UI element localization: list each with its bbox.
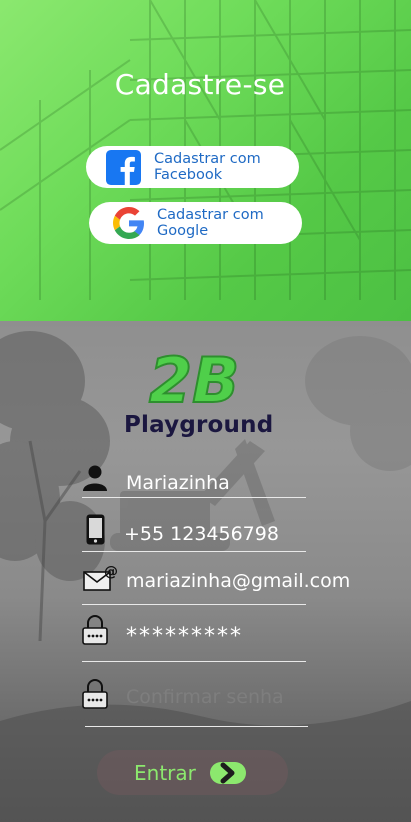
google-signup-button[interactable]: Cadastrar com Google: [89, 202, 302, 244]
phone-underline: [82, 551, 306, 552]
enter-button-label: Entrar: [134, 760, 196, 785]
email-icon: @: [83, 564, 118, 591]
brand-name: Playground: [124, 412, 274, 438]
password-input[interactable]: *********: [126, 624, 243, 649]
phone-input[interactable]: +55 123456798: [124, 523, 279, 545]
page-title: Cadastre-se: [114, 68, 286, 101]
google-icon: [113, 207, 144, 239]
google-signup-label: Cadastrar com Google: [157, 207, 264, 239]
phone-icon: [86, 514, 105, 545]
arrow-right-glyph: [220, 762, 235, 784]
confirm-password-underline: [85, 726, 308, 727]
email-input[interactable]: mariazinha@gmail.com: [126, 570, 350, 592]
facebook-signup-button[interactable]: Cadastrar com Facebook: [86, 146, 299, 188]
confirm-password-input[interactable]: Confirmar senha: [126, 686, 284, 708]
header-area: Cadastre-se Cadastrar com Facebook Cadas…: [0, 0, 411, 321]
logo-2b: 2B: [148, 346, 239, 408]
facebook-icon: [106, 149, 141, 185]
name-input[interactable]: Mariazinha: [126, 472, 230, 494]
lock-icon: [82, 679, 108, 709]
svg-text:@: @: [104, 564, 118, 580]
email-underline: [82, 604, 306, 605]
user-icon: [83, 465, 107, 491]
arrow-right-icon[interactable]: [210, 762, 246, 784]
logo-mark: 2B: [149, 346, 239, 408]
name-underline: [82, 497, 306, 498]
lock-icon: [82, 615, 108, 645]
password-underline: [82, 661, 306, 662]
facebook-signup-label: Cadastrar com Facebook: [154, 151, 261, 183]
enter-button[interactable]: Entrar: [97, 750, 288, 795]
